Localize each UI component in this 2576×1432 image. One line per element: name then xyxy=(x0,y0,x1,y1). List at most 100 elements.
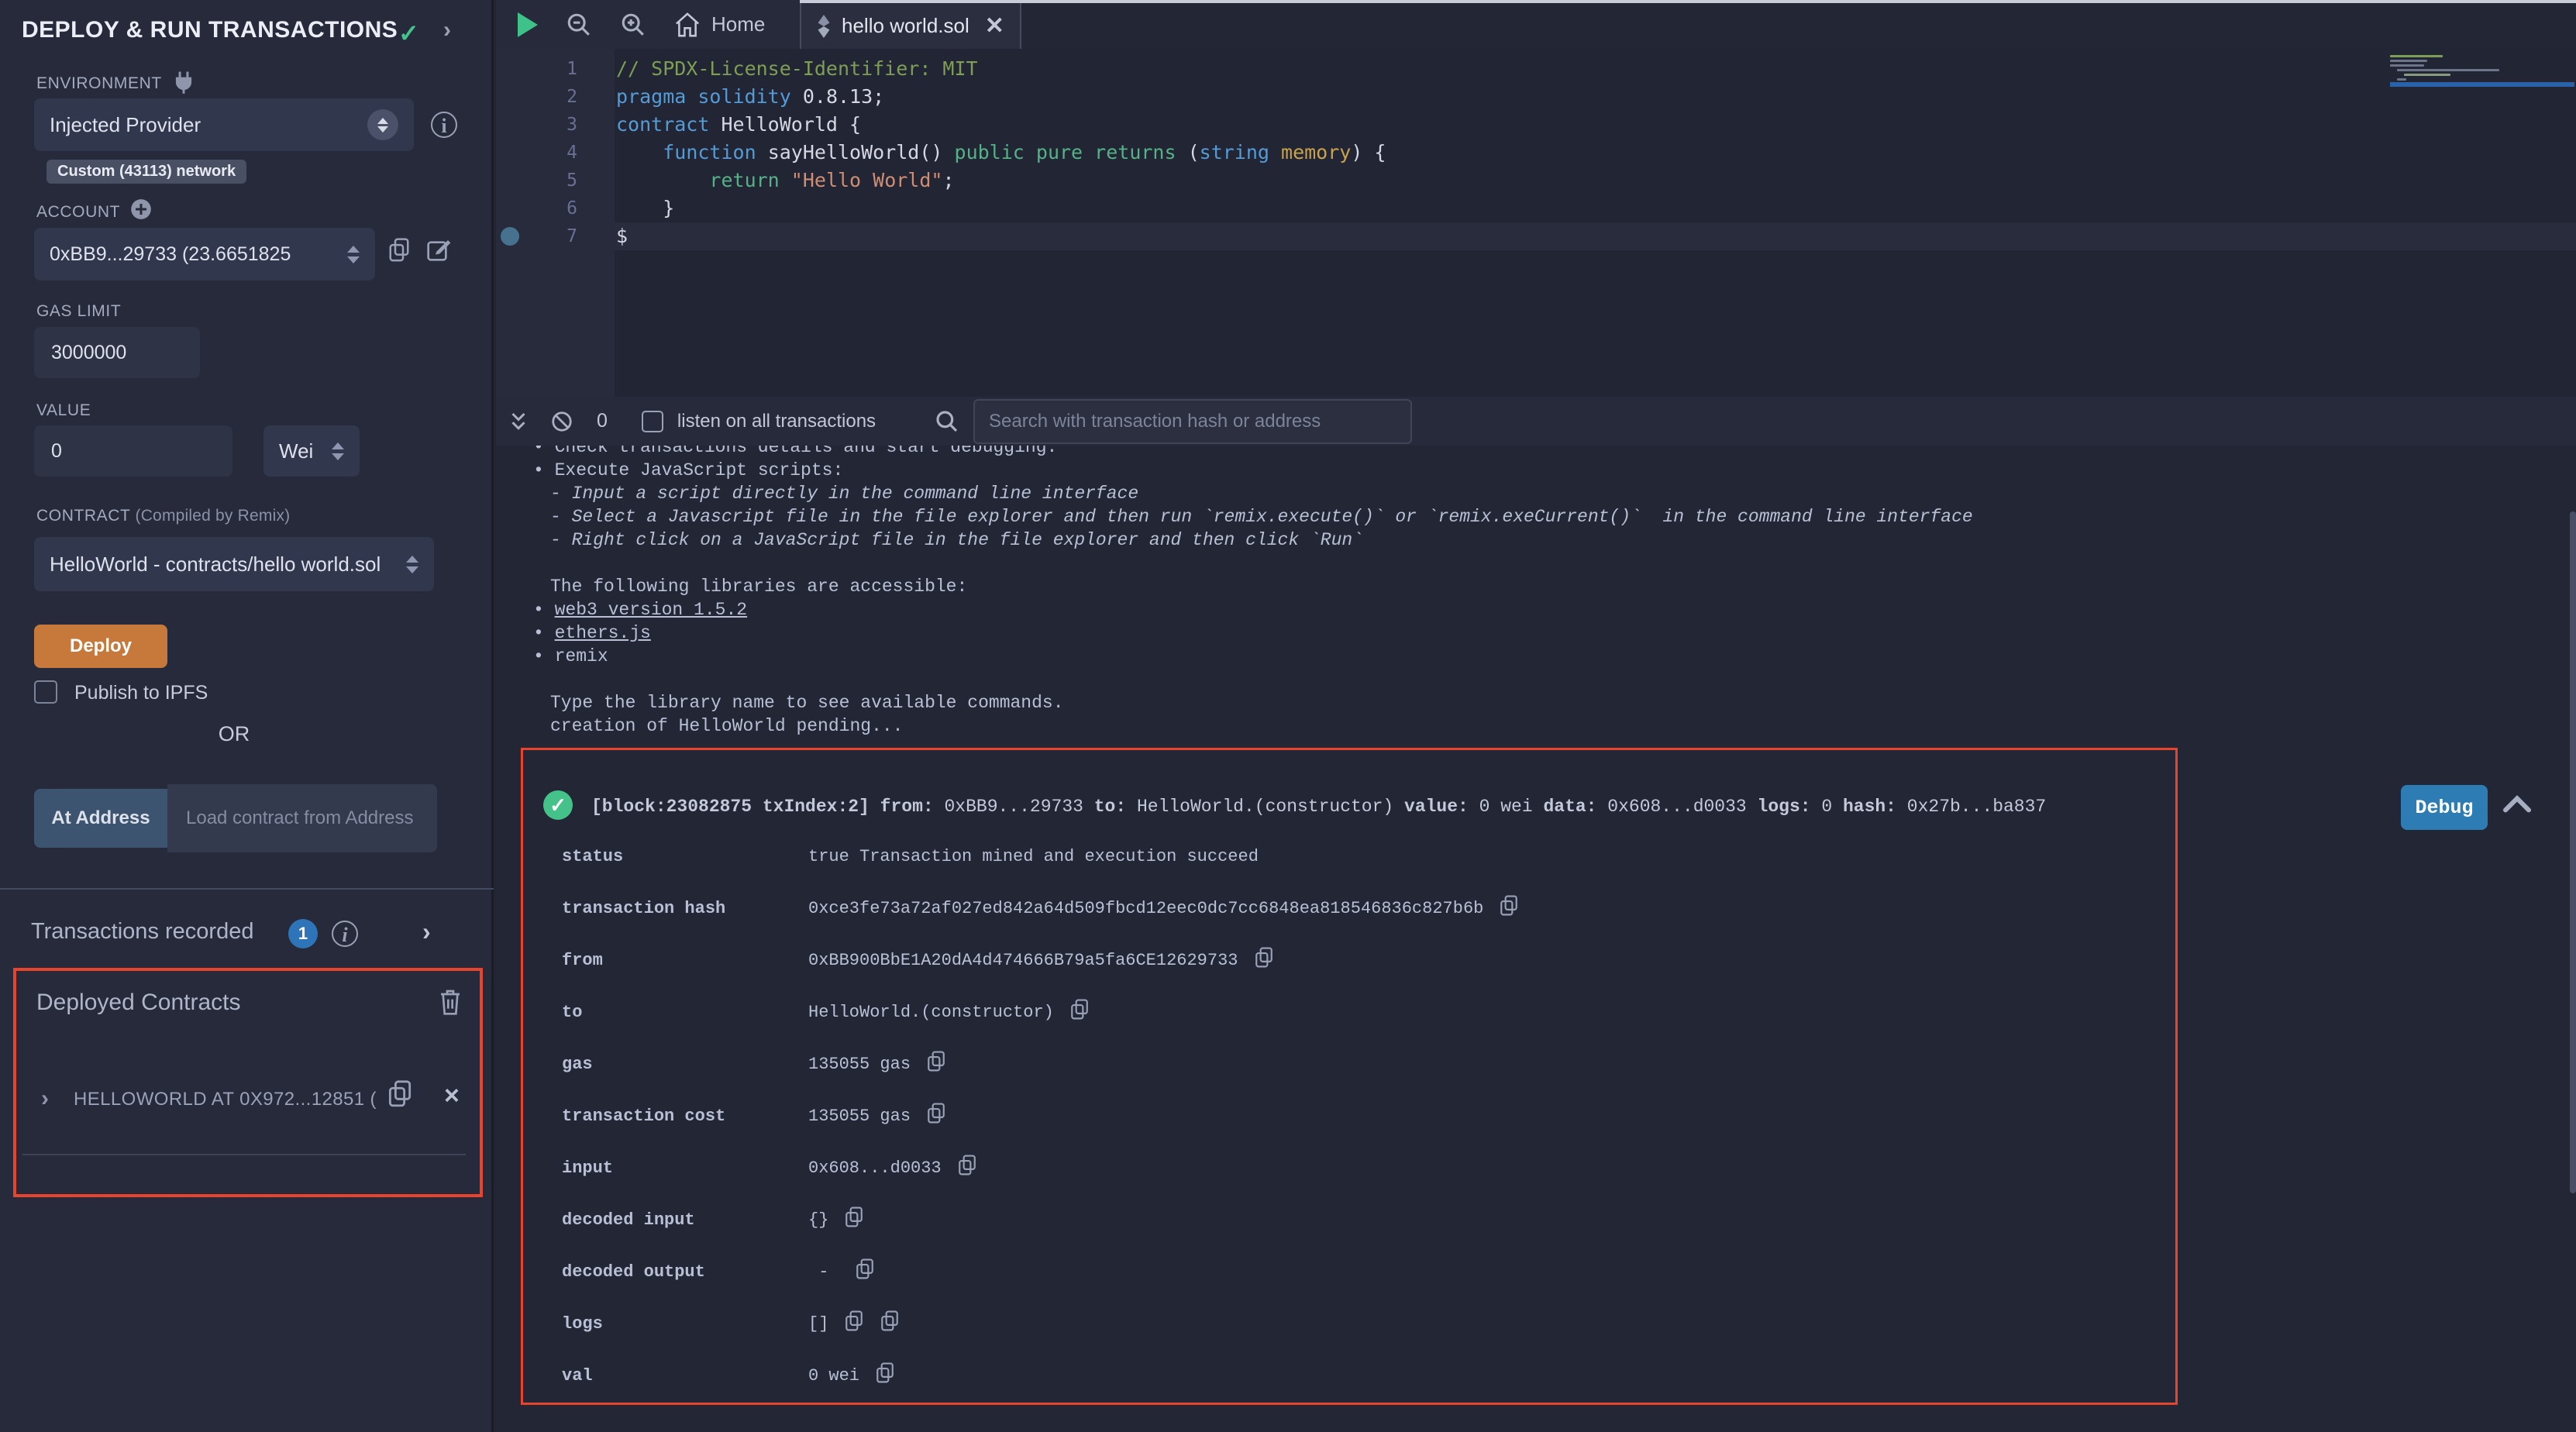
copy-icon[interactable] xyxy=(1254,946,1274,975)
listen-transactions-checkbox[interactable] xyxy=(642,411,663,432)
at-address-button[interactable]: At Address xyxy=(34,789,167,848)
contract-expand-chevron-icon[interactable]: › xyxy=(41,1086,49,1112)
select-arrows-icon xyxy=(367,109,398,140)
add-account-icon[interactable] xyxy=(130,198,152,220)
tx-summary-line[interactable]: [block:23082875 txIndex:2] from: 0xBB9..… xyxy=(591,797,2046,817)
tx-detail-row: decoded output - xyxy=(562,1246,2143,1298)
panel-title: DEPLOY & RUN TRANSACTIONS xyxy=(22,17,398,43)
transactions-recorded-label: Transactions recorded xyxy=(31,919,253,945)
tx-details-table: statustrue Transaction mined and executi… xyxy=(562,831,2143,1402)
zoom-out-icon[interactable] xyxy=(566,12,592,38)
copy-icon[interactable] xyxy=(855,1258,875,1286)
tx-detail-row: gas135055 gas xyxy=(562,1038,2143,1090)
terminal-log-line: Input a script directly in the command l… xyxy=(496,482,1973,505)
solidity-icon xyxy=(817,15,831,38)
network-badge: Custom (43113) network xyxy=(46,160,246,184)
tx-detail-row: from0xBB900BbE1A20dA4d474666B79a5fa6CE12… xyxy=(562,935,2143,986)
contract-select[interactable]: HelloWorld - contracts/hello world.sol xyxy=(34,537,434,591)
transactions-expand-chevron-icon[interactable]: › xyxy=(422,917,431,946)
deployed-contract-item[interactable]: HELLOWORLD AT 0X972...12851 (B xyxy=(74,1089,376,1110)
tab-bar: Home hello world.sol ✕ xyxy=(496,0,2576,49)
tx-success-check-icon: ✓ xyxy=(543,790,573,820)
tabbar-top-border xyxy=(800,0,2576,3)
code-line: 4 function sayHelloWorld() public pure r… xyxy=(496,139,2576,167)
sidebar-divider xyxy=(0,888,494,890)
copy-icon[interactable] xyxy=(844,1206,864,1234)
contract-label: CONTRACT (Compiled by Remix) xyxy=(36,507,290,525)
or-divider-label: OR xyxy=(0,722,468,746)
copy-icon[interactable] xyxy=(926,1050,946,1079)
tx-detail-row: transaction cost135055 gas xyxy=(562,1090,2143,1142)
select-arrows-icon xyxy=(347,246,360,263)
code-line: 2pragma solidity 0.8.13; xyxy=(496,83,2576,111)
gas-limit-input[interactable]: 3000000 xyxy=(34,327,200,378)
code-line: 7$ xyxy=(496,222,2576,250)
copy-icon[interactable] xyxy=(926,1102,946,1131)
deployed-contracts-section: Deployed Contracts › HELLOWORLD AT 0X972… xyxy=(13,968,483,1197)
tab-hello-world-sol[interactable]: hello world.sol ✕ xyxy=(800,3,1021,49)
publish-ipfs-checkbox[interactable] xyxy=(34,680,57,704)
copy-icon[interactable] xyxy=(957,1154,977,1182)
panel-expand-chevron-icon[interactable]: › xyxy=(443,17,451,43)
terminal-log-line: creation of HelloWorld pending... xyxy=(496,714,1973,738)
copy-icon[interactable] xyxy=(844,1310,864,1338)
deployed-contracts-title: Deployed Contracts xyxy=(36,990,240,1016)
remove-contract-icon[interactable]: × xyxy=(444,1081,460,1111)
copy-account-icon[interactable] xyxy=(387,237,411,263)
zoom-in-icon[interactable] xyxy=(620,12,646,38)
clear-console-icon[interactable] xyxy=(550,410,573,433)
terminal-output[interactable]: Check transactions details and start deb… xyxy=(496,446,2576,1432)
pending-tx-count: 0 xyxy=(597,410,608,432)
minimap-current-line xyxy=(2390,82,2574,87)
account-select[interactable]: 0xBB9...29733 (23.6651825 xyxy=(34,228,375,281)
tab-home[interactable]: Home xyxy=(674,12,765,37)
code-line: 5 return "Hello World"; xyxy=(496,167,2576,194)
code-line: 6 } xyxy=(496,194,2576,222)
publish-ipfs-label: Publish to IPFS xyxy=(74,682,208,704)
value-unit-select[interactable]: Wei xyxy=(263,425,360,477)
terminal-log-line: Select a Javascript file in the file exp… xyxy=(496,505,1973,528)
terminal-log-line: ethers.js xyxy=(496,621,1973,645)
tx-detail-row: val0 wei xyxy=(562,1350,2143,1402)
tx-detail-row: decoded input{} xyxy=(562,1194,2143,1246)
minimap[interactable] xyxy=(2390,55,2574,148)
deployed-contracts-divider xyxy=(22,1154,466,1155)
value-input[interactable]: 0 xyxy=(34,425,232,477)
copy-icon[interactable] xyxy=(1499,894,1519,923)
scrollbar[interactable] xyxy=(2570,511,2576,1193)
collapse-tx-chevron-icon[interactable] xyxy=(2502,793,2533,814)
trash-icon[interactable] xyxy=(438,988,463,1016)
code-lines: 1// SPDX-License-Identifier: MIT2pragma … xyxy=(496,55,2576,250)
environment-info-icon[interactable]: i xyxy=(431,112,457,138)
at-address-input[interactable] xyxy=(167,784,437,852)
terminal-search-input[interactable] xyxy=(973,399,1412,444)
collapse-terminal-icon[interactable] xyxy=(508,410,529,433)
tx-detail-row: transaction hash0xce3fe73a72af027ed842a6… xyxy=(562,883,2143,935)
code-editor[interactable]: 1// SPDX-License-Identifier: MIT2pragma … xyxy=(496,49,2576,397)
run-script-icon[interactable] xyxy=(518,12,538,37)
transactions-info-icon[interactable]: i xyxy=(332,921,358,947)
gas-limit-label: GAS LIMIT xyxy=(36,302,121,321)
terminal-log-line: The following libraries are accessible: xyxy=(496,575,1973,598)
code-line: 1// SPDX-License-Identifier: MIT xyxy=(496,55,2576,83)
terminal-log-line: Type the library name to see available c… xyxy=(496,691,1973,714)
copy-contract-icon[interactable] xyxy=(387,1079,413,1109)
deploy-button[interactable]: Deploy xyxy=(34,625,167,668)
close-tab-icon[interactable]: ✕ xyxy=(985,12,1004,40)
terminal-log-line: Right click on a JavaScript file in the … xyxy=(496,528,1973,552)
edit-account-icon[interactable] xyxy=(426,237,451,262)
home-icon xyxy=(674,12,701,37)
tx-detail-row: input0x608...d0033 xyxy=(562,1142,2143,1194)
transaction-result-block: ✓ [block:23082875 txIndex:2] from: 0xBB9… xyxy=(521,748,2178,1405)
main-area: Home hello world.sol ✕ 1// SPDX-License-… xyxy=(496,0,2576,1432)
account-label: ACCOUNT xyxy=(36,203,120,222)
tx-detail-row: logs[] xyxy=(562,1298,2143,1350)
copy-icon[interactable] xyxy=(880,1310,900,1338)
value-label: VALUE xyxy=(36,401,91,420)
environment-select[interactable]: Injected Provider xyxy=(34,98,414,151)
terminal-log-line xyxy=(496,552,1973,575)
copy-icon[interactable] xyxy=(1069,998,1090,1027)
terminal-log-line: web3 version 1.5.2 xyxy=(496,598,1973,621)
copy-icon[interactable] xyxy=(875,1361,895,1390)
debug-button[interactable]: Debug xyxy=(2401,785,2488,830)
